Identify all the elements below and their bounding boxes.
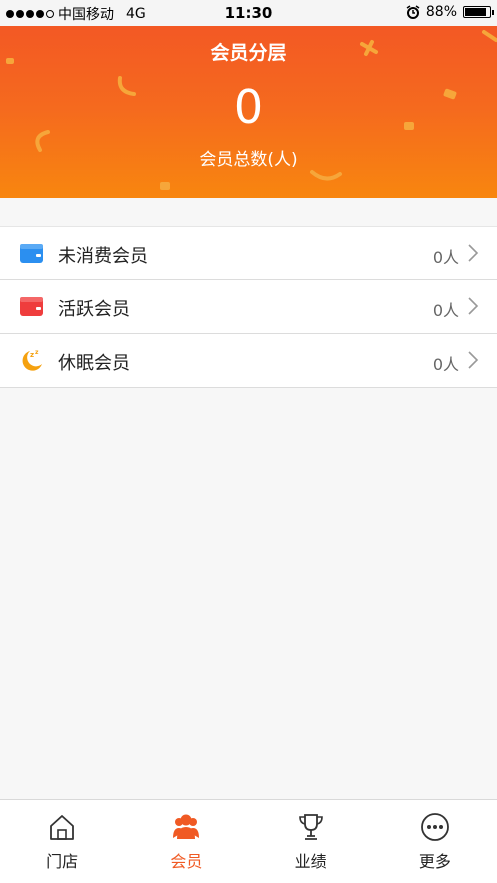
page-title: 会员分层	[210, 42, 287, 64]
segment-label: 未消费会员	[58, 246, 148, 267]
segment-label: 活跃会员	[58, 299, 130, 320]
tab-label: 更多	[418, 852, 451, 871]
svg-text:z: z	[30, 351, 34, 359]
alarm-icon	[406, 5, 420, 19]
moon-sleep-icon: z z	[22, 349, 42, 371]
store-icon	[50, 815, 75, 840]
tab-more[interactable]: 更多	[373, 800, 497, 883]
wallet-blue-icon	[20, 244, 43, 263]
segment-count: 0人	[432, 355, 459, 374]
chevron-right-icon	[468, 244, 479, 262]
segment-row-active[interactable]: 活跃会员 0人	[0, 280, 497, 334]
segment-row-dormant[interactable]: z z 休眠会员 0人	[0, 334, 497, 388]
chevron-right-icon	[468, 297, 479, 315]
tab-performance[interactable]: 业绩	[249, 800, 373, 883]
wallet-red-icon	[20, 297, 43, 316]
tab-members[interactable]: 会员	[124, 800, 248, 883]
segment-label: 休眠会员	[58, 353, 130, 374]
tab-label: 门店	[46, 852, 79, 871]
chevron-right-icon	[468, 351, 479, 369]
segment-count: 0人	[432, 248, 459, 267]
header-banner: 中国移动 4G 11:30 88% 会员分层 0 会员总数(人)	[0, 0, 497, 198]
tab-store[interactable]: 门店	[0, 800, 124, 883]
battery-icon	[463, 6, 494, 18]
status-right: 88%	[406, 4, 494, 20]
segment-row-unconsumed[interactable]: 未消费会员 0人	[0, 226, 497, 280]
status-bar: 中国移动 4G 11:30 88%	[0, 0, 497, 26]
svg-text:z: z	[35, 349, 39, 356]
more-icon	[420, 813, 449, 841]
battery-percent: 88%	[425, 4, 457, 20]
members-icon	[173, 814, 200, 839]
segment-list: 未消费会员 0人 活跃会员 0人 z z 休眠会员 0人	[0, 226, 497, 388]
tab-label: 会员	[170, 852, 203, 871]
trophy-icon	[298, 814, 323, 840]
tab-label: 业绩	[294, 852, 327, 871]
segment-count: 0人	[432, 301, 459, 320]
total-members-value: 0	[233, 80, 264, 134]
tab-bar: 门店 会员 业绩 更多	[0, 799, 497, 883]
total-members-label: 会员总数(人)	[199, 150, 298, 170]
